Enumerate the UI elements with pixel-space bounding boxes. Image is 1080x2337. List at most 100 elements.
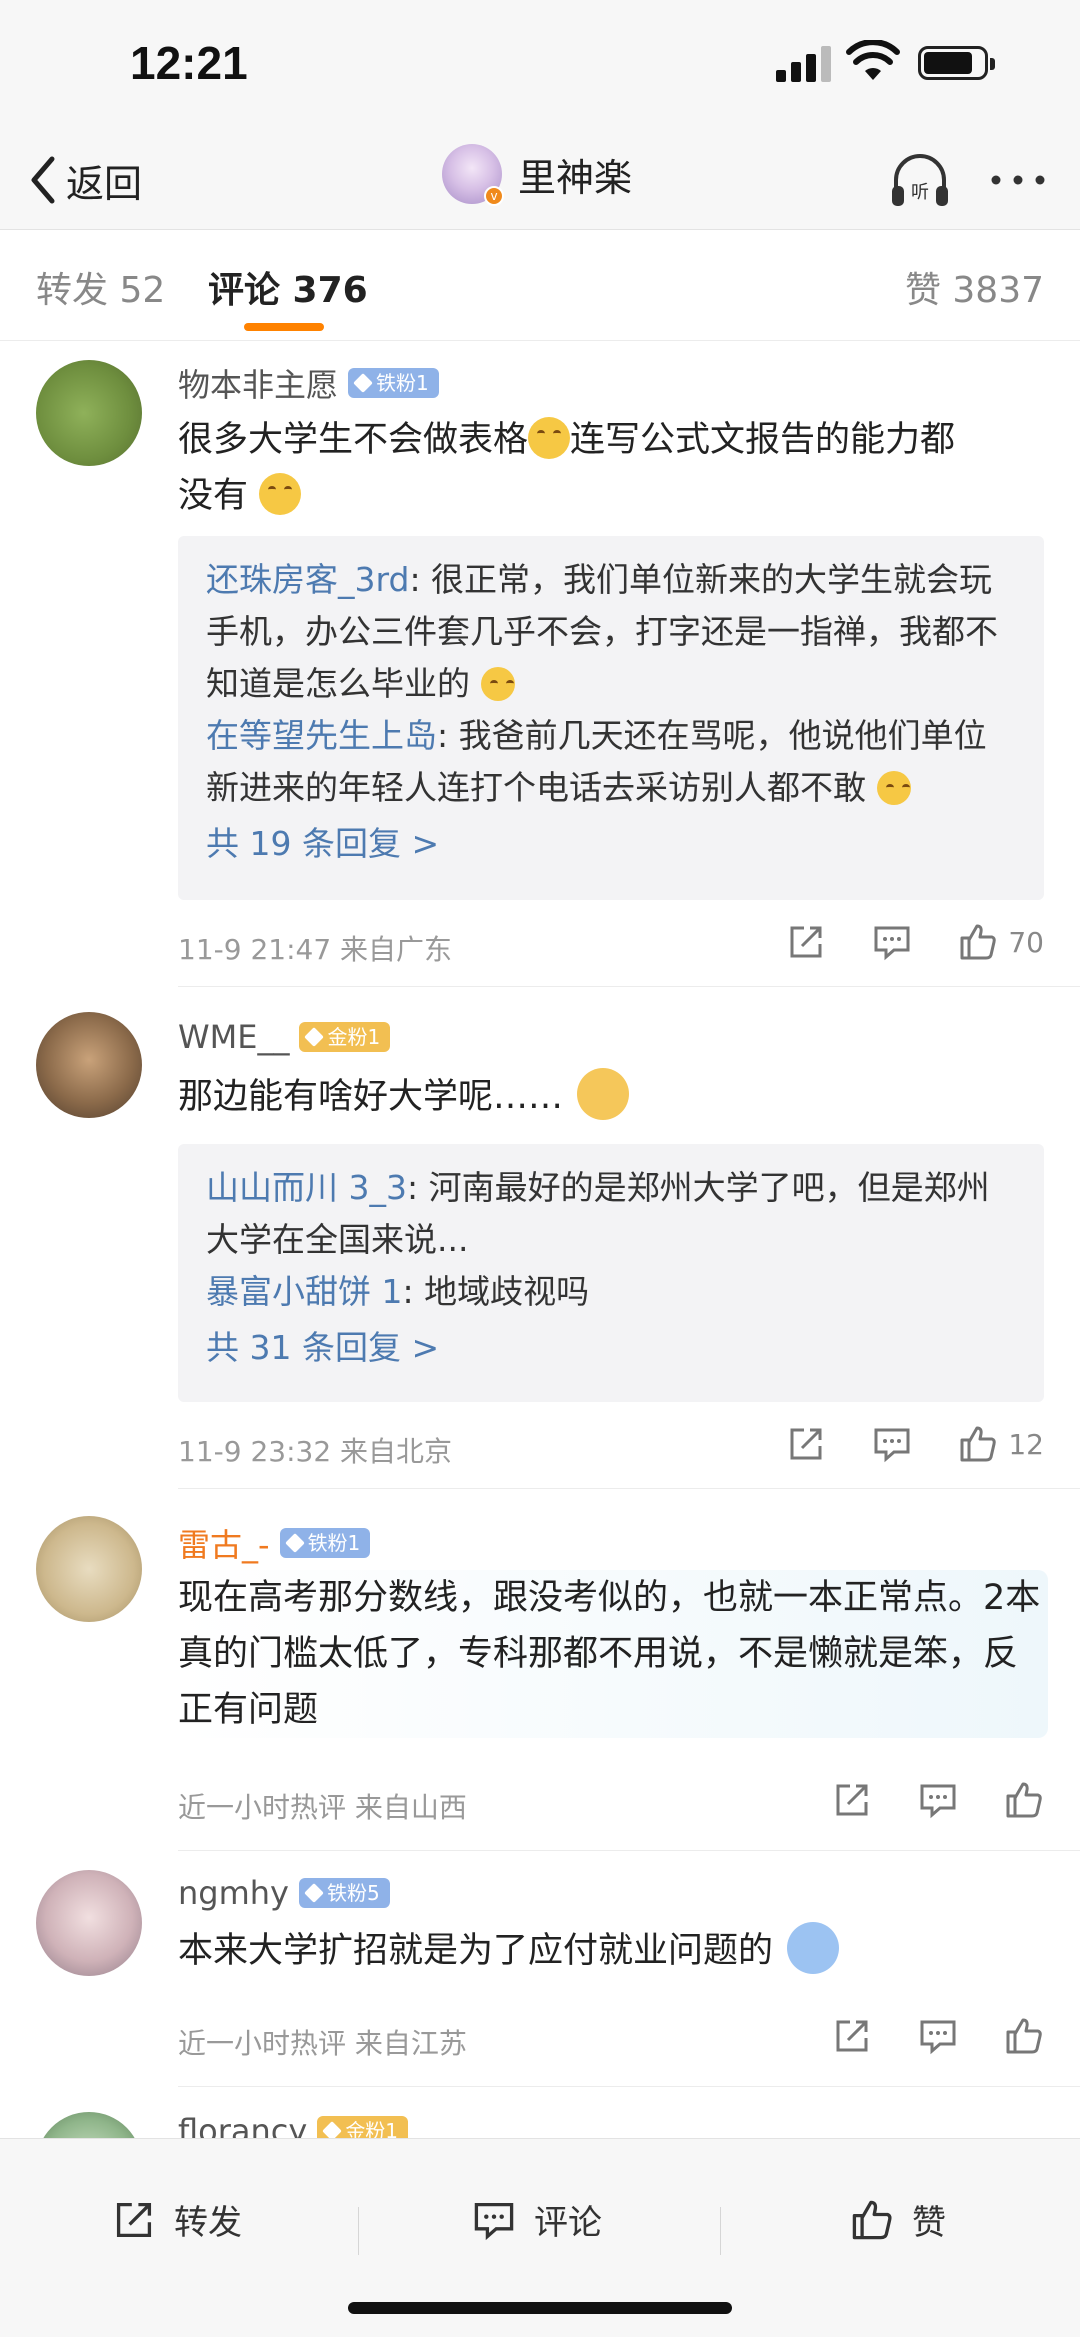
back-button[interactable]: 返回 (28, 150, 142, 210)
more-replies-link[interactable]: 共 19 条回复 > (206, 818, 1016, 870)
divider (178, 2086, 1080, 2087)
thumbs-up-icon[interactable] (958, 922, 998, 962)
fan-badge[interactable]: 铁粉1 (279, 1528, 371, 1558)
decoration-badge-icon (787, 1922, 840, 1974)
diamond-icon (353, 373, 373, 393)
reply-text: : 地域歧视吗 (402, 1272, 590, 1311)
comment-icon[interactable] (872, 1424, 912, 1464)
comment-actions (786, 1780, 1044, 1820)
comment-text: 本来大学扩招就是为了应付就业问题的 (178, 1922, 1048, 1979)
nav-bar: 返回 v 里神楽 听 (0, 130, 1080, 230)
share-icon[interactable] (786, 1424, 826, 1464)
comment-text: 现在高考那分数线，跟没考似的，也就一本正常点。2本真的门槛太低了，专科那都不用说… (178, 1570, 1048, 1738)
comment-username[interactable]: 物本非主愿 (178, 360, 338, 406)
comment-icon[interactable] (918, 2016, 958, 2056)
comment-icon[interactable] (918, 1780, 958, 1820)
svg-text:听: 听 (911, 182, 929, 203)
divider (720, 2207, 721, 2255)
comment-username[interactable]: 雷古_- (178, 1520, 270, 1566)
reply-username[interactable]: 暴富小甜饼 1 (206, 1272, 403, 1311)
avatar: v (442, 144, 504, 206)
tab-repost[interactable]: 转发 52 (36, 261, 165, 313)
repost-label: 转发 (174, 2203, 242, 2243)
active-tab-indicator (244, 323, 324, 331)
comment-text-part: 没有 (178, 476, 249, 516)
comment-text-part: 那边能有啥好大学呢…… (178, 1077, 564, 1117)
repost-button[interactable]: 转发 (112, 2195, 242, 2244)
comment-username[interactable]: ngmhy (178, 1874, 289, 1912)
divider (178, 986, 1080, 987)
decoration-badge-icon (577, 1068, 630, 1120)
comment-meta: 11-9 23:32 来自北京 (178, 1435, 453, 1468)
badge-label: 金粉1 (327, 1025, 381, 1049)
tab-comments[interactable]: 评论 376 (208, 261, 368, 313)
reply-username[interactable]: 山山而川 3_3 (206, 1168, 407, 1207)
fan-badge[interactable]: 铁粉1 (348, 368, 439, 398)
comment-meta: 近一小时热评 来自江苏 (178, 2027, 467, 2060)
nav-title-group[interactable]: v 里神楽 (442, 144, 633, 206)
like-button[interactable]: 赞 (850, 2195, 946, 2244)
laugh-cry-emoji-icon (259, 473, 302, 515)
status-time: 12:21 (130, 37, 248, 89)
reply-item: 山山而川 3_3: 河南最好的是郑州大学了吧，但是郑州大学在全国来说... (206, 1162, 1016, 1266)
more-icon[interactable] (988, 170, 1048, 190)
comment-meta: 11-9 21:47 来自广东 (178, 933, 453, 966)
comment-label: 评论 (534, 2203, 602, 2243)
fan-badge[interactable]: 金粉1 (299, 1022, 391, 1052)
comment-icon[interactable] (872, 922, 912, 962)
laugh-cry-emoji-icon (876, 771, 911, 805)
headphones-icon[interactable]: 听 (888, 150, 952, 210)
share-icon[interactable] (832, 2016, 872, 2056)
like-count: 12 (1008, 1427, 1044, 1461)
thumbs-up-icon (852, 2200, 892, 2239)
more-replies-link[interactable]: 共 31 条回复 > (206, 1322, 1016, 1374)
comment-username[interactable]: WME__ (178, 1018, 289, 1056)
crown-icon (304, 1027, 325, 1047)
thumbs-up-icon[interactable] (958, 1424, 998, 1464)
comment-actions (786, 2016, 1044, 2056)
diamond-icon (304, 1883, 324, 1903)
comment-button[interactable]: 评论 (472, 2195, 602, 2244)
divider (358, 2207, 359, 2255)
reply-username[interactable]: 还珠房客_3rd (206, 560, 409, 599)
comment-text-part: 本来大学扩招就是为了应付就业问题的 (178, 1931, 774, 1971)
avatar[interactable] (36, 1516, 142, 1622)
thumbs-up-icon[interactable] (1004, 1780, 1044, 1820)
crown-icon (284, 1533, 305, 1553)
comment-text: 那边能有啥好大学呢…… (178, 1068, 1048, 1125)
comment-text-part: 很多大学生不会做表格 (178, 420, 529, 460)
cellular-signal-icon (776, 44, 834, 82)
comment-text: 很多大学生不会做表格 连写公式文报告的能力都 没有 (178, 412, 1048, 524)
badge-label: 铁粉5 (326, 1881, 380, 1905)
reply-username[interactable]: 在等望先生上岛 (206, 716, 437, 755)
share-icon[interactable] (786, 922, 826, 962)
share-icon[interactable] (832, 1780, 872, 1820)
tab-bar: 转发 52 评论 376 赞 3837 (0, 231, 1080, 341)
reply-preview[interactable]: 山山而川 3_3: 河南最好的是郑州大学了吧，但是郑州大学在全国来说... 暴富… (178, 1144, 1044, 1402)
like-label: 赞 (912, 2203, 946, 2243)
thumbs-up-icon[interactable] (1004, 2016, 1044, 2056)
comment-text-part: 连写公式文报告的能力都 (570, 420, 956, 460)
comment-actions: 70 (740, 922, 1044, 962)
reply-preview[interactable]: 还珠房客_3rd: 很正常，我们单位新来的大学生就会玩手机，办公三件套几乎不会，… (178, 536, 1044, 900)
home-indicator[interactable] (348, 2302, 732, 2314)
fan-badge[interactable]: 铁粉5 (298, 1878, 390, 1908)
wifi-icon (846, 40, 900, 80)
verified-icon: v (484, 186, 504, 206)
divider (178, 1488, 1080, 1489)
avatar[interactable] (36, 360, 142, 466)
like-count: 70 (1008, 925, 1044, 959)
tab-likes[interactable]: 赞 3837 (905, 261, 1044, 313)
reply-item: 暴富小甜饼 1: 地域歧视吗 (206, 1266, 1016, 1318)
avatar[interactable] (36, 1012, 142, 1118)
badge-label: 铁粉1 (307, 1531, 361, 1555)
share-icon (116, 2202, 152, 2237)
reply-item: 还珠房客_3rd: 很正常，我们单位新来的大学生就会玩手机，办公三件套几乎不会，… (206, 554, 1016, 710)
chevron-left-icon (31, 156, 55, 204)
laugh-cry-emoji-icon (480, 667, 515, 701)
avatar[interactable] (36, 1870, 142, 1976)
status-bar: 12:21 (0, 0, 1080, 130)
comment-icon (474, 2202, 514, 2240)
page-title: 里神楽 (518, 155, 633, 200)
divider (178, 1850, 1080, 1851)
